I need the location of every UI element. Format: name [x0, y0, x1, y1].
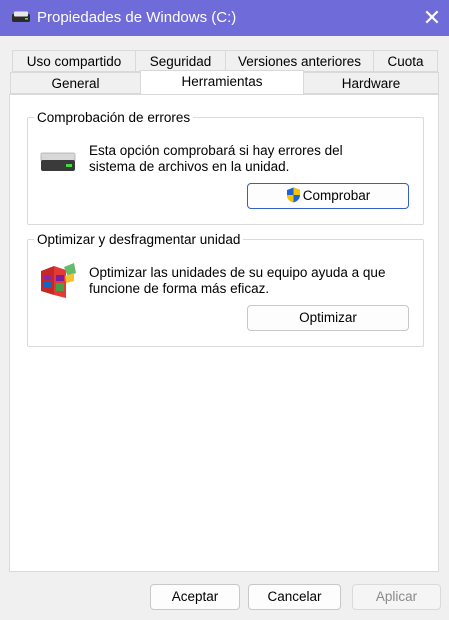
tab-cuota[interactable]: Cuota: [373, 50, 438, 72]
close-icon[interactable]: ✕: [418, 4, 446, 32]
error-check-description-2: sistema de archivos en la unidad.: [89, 159, 290, 174]
drive-icon: [12, 11, 30, 22]
ok-button[interactable]: Aceptar: [150, 584, 240, 610]
tab-hardware[interactable]: Hardware: [303, 72, 439, 94]
apply-button[interactable]: Aplicar: [352, 584, 441, 610]
tab-general[interactable]: General: [10, 72, 141, 94]
window-title: Propiedades de Windows (C:): [37, 9, 237, 26]
error-check-legend: Comprobación de errores: [37, 110, 191, 125]
drive-icon: [40, 152, 76, 171]
optimize-description-2: funcione de forma más eficaz.: [89, 281, 270, 296]
shield-icon: [286, 187, 300, 203]
cancel-button[interactable]: Cancelar: [248, 584, 341, 610]
tab-seguridad[interactable]: Seguridad: [135, 50, 226, 72]
tab-herramientas[interactable]: Herramientas: [140, 70, 304, 94]
title-bar[interactable]: Propiedades de Windows (C:) ✕: [0, 0, 449, 36]
tab-uso-compartido[interactable]: Uso compartido: [12, 50, 136, 72]
error-check-description-1: Esta opción comprobará si hay errores de…: [89, 143, 343, 158]
check-button[interactable]: Comprobar: [247, 183, 409, 209]
optimize-description-1: Optimizar las unidades de su equipo ayud…: [89, 265, 386, 280]
check-button-label: Comprobar: [302, 188, 371, 203]
optimize-button[interactable]: Optimizar: [247, 305, 409, 331]
tab-versiones-anteriores[interactable]: Versiones anteriores: [225, 50, 374, 72]
optimize-legend: Optimizar y desfragmentar unidad: [37, 232, 241, 247]
defrag-icon: [41, 263, 76, 298]
tab-panel: Comprobación de errores Esta opción comp…: [9, 94, 439, 572]
